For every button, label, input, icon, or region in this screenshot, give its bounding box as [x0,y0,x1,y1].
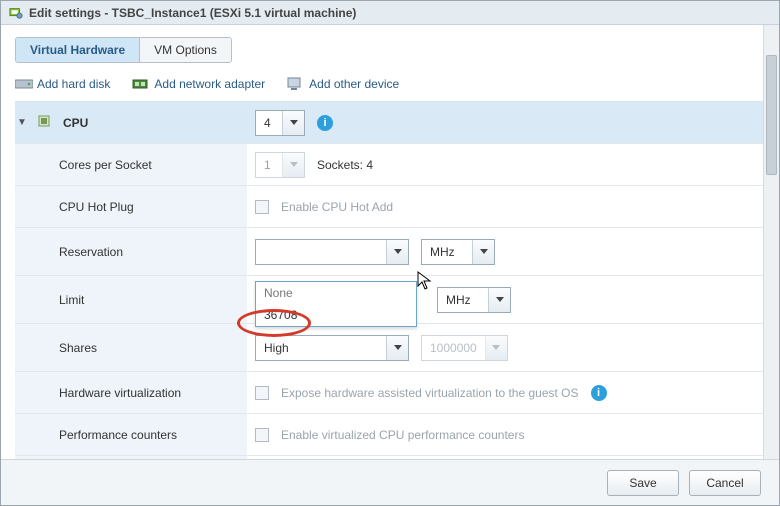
dialog-window: Edit settings - TSBC_Instance1 (ESXi 5.1… [0,0,780,506]
cpu-count-select[interactable]: 4 [255,110,305,136]
perf-counters-text: Enable virtualized CPU performance count… [281,428,524,442]
tab-bar: Virtual Hardware VM Options [15,37,232,63]
add-network-adapter-button[interactable]: Add network adapter [132,77,265,91]
add-other-device-label: Add other device [309,77,399,91]
expose-hw-virt-text: Expose hardware assisted virtualization … [281,386,579,400]
add-network-adapter-label: Add network adapter [154,77,265,91]
scrollbar-thumb[interactable] [766,55,777,175]
vm-settings-icon [9,6,23,20]
cores-per-socket-label: Cores per Socket [15,144,247,185]
cpu-label: CPU [63,116,88,130]
shares-select[interactable]: High [255,335,409,361]
reservation-caret[interactable] [386,240,408,264]
dialog-body: Virtual Hardware VM Options Add hard dis… [1,25,779,459]
reservation-option-none[interactable]: None [256,282,416,304]
info-icon[interactable]: i [591,385,607,401]
chevron-down-icon[interactable]: ▼ [17,117,27,128]
performance-counters-label: Performance counters [15,414,247,455]
info-icon[interactable]: i [317,115,333,131]
hardware-virtualization-label: Hardware virtualization [15,372,247,413]
expose-hw-virt-checkbox [255,386,269,400]
limit-label: Limit [15,276,247,323]
window-title: Edit settings - TSBC_Instance1 (ESXi 5.1… [29,6,356,20]
save-button[interactable]: Save [607,470,679,496]
cpu-icon [37,114,51,131]
cpu-hot-plug-row: CPU Hot Plug Enable CPU Hot Add [15,186,765,228]
settings-grid: ▼ CPU 4 i Cores per Socket [15,101,765,459]
cores-per-socket-select: 1 [255,152,305,178]
add-other-device-button[interactable]: Add other device [287,77,399,91]
cancel-button[interactable]: Cancel [689,470,761,496]
other-device-icon [287,77,303,91]
performance-counters-row: Performance counters Enable virtualized … [15,414,765,456]
reservation-unit-select[interactable]: MHz [421,239,495,265]
reservation-option-36708[interactable]: 36708 [256,304,416,326]
cpu-hot-add-text: Enable CPU Hot Add [281,200,393,214]
cpu-count-caret[interactable] [282,111,304,135]
reservation-select[interactable] [255,239,409,265]
titlebar: Edit settings - TSBC_Instance1 (ESXi 5.1… [1,1,779,25]
perf-counters-checkbox [255,428,269,442]
sockets-readout: Sockets: 4 [317,158,373,172]
toolbar: Add hard disk Add network adapter Add ot… [15,77,765,91]
network-adapter-icon [132,77,148,91]
shares-row: Shares High 1000000 [15,324,765,372]
reservation-row: Reservation MHz [15,228,765,276]
reservation-label: Reservation [15,228,247,275]
tab-vm-options[interactable]: VM Options [140,38,231,62]
shares-label: Shares [15,324,247,371]
add-hard-disk-button[interactable]: Add hard disk [15,77,110,91]
vertical-scrollbar[interactable] [763,25,779,459]
cpu-section-row[interactable]: ▼ CPU 4 i [15,102,765,144]
cores-per-socket-row: Cores per Socket 1 Sockets: 4 [15,144,765,186]
reservation-dropdown-list[interactable]: None 36708 [255,281,417,327]
dialog-footer: Save Cancel [1,459,779,505]
add-hard-disk-label: Add hard disk [37,77,110,91]
hard-disk-icon [15,77,31,91]
hardware-virtualization-row: Hardware virtualization Expose hardware … [15,372,765,414]
cpu-hot-add-checkbox [255,200,269,214]
tab-virtual-hardware[interactable]: Virtual Hardware [16,38,140,62]
cpu-hot-plug-label: CPU Hot Plug [15,186,247,227]
limit-unit-select[interactable]: MHz [437,287,511,313]
shares-custom-input: 1000000 [421,335,508,361]
